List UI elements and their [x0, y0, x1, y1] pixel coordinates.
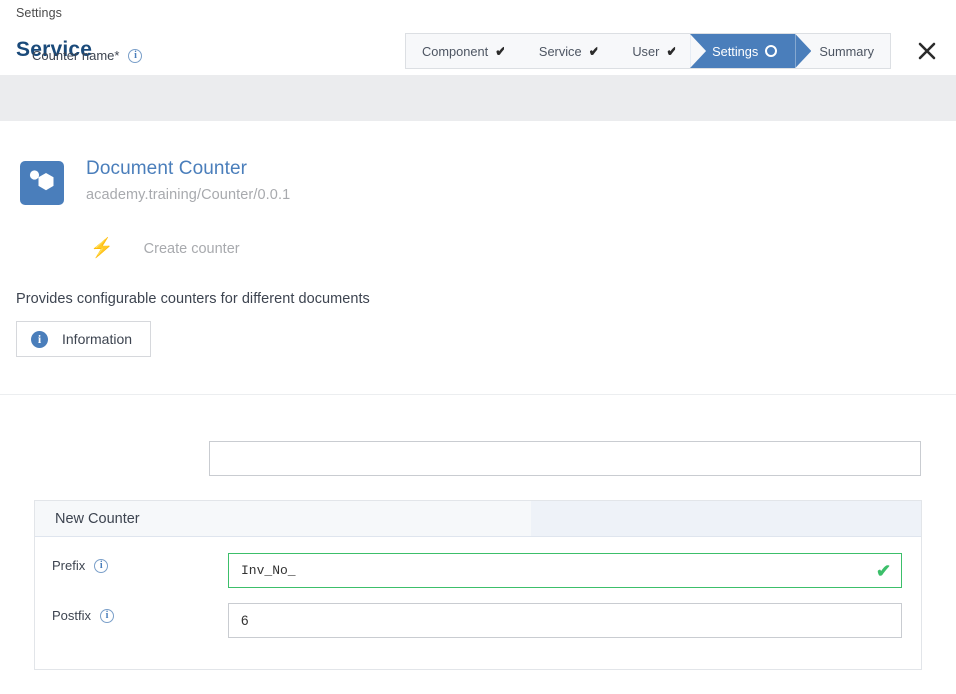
lightning-bolt-icon: ⚡	[90, 238, 114, 259]
check-icon: ✔	[495, 43, 507, 59]
wizard-step-label: Settings	[712, 43, 759, 59]
wizard-step-label: Summary	[819, 43, 875, 59]
service-description: Provides configurable counters for diffe…	[16, 291, 370, 307]
wizard-step-label: Component	[422, 43, 489, 59]
counter-name-input[interactable]	[209, 441, 921, 476]
postfix-input[interactable]	[228, 603, 902, 638]
prefix-label-text: Prefix	[52, 558, 86, 573]
circle-icon	[765, 45, 778, 57]
check-icon: ✔	[588, 43, 601, 59]
info-outline-icon[interactable]: i	[128, 48, 143, 63]
wizard-steps: Component ✔ Service ✔ User ✔ Settings Su…	[405, 33, 892, 69]
check-icon: ✔	[666, 43, 679, 59]
information-button[interactable]: i Information	[16, 321, 151, 357]
postfix-label-text: Postfix	[52, 608, 92, 623]
page-header: Settings Service Component ✔ Service ✔ U…	[0, 0, 956, 75]
close-icon	[918, 42, 936, 60]
breadcrumb[interactable]: Settings	[16, 6, 62, 20]
wizard-step-label: User	[632, 43, 660, 59]
postfix-label: Postfix i	[52, 608, 115, 623]
prefix-label: Prefix i	[52, 558, 109, 573]
check-icon: ✔	[876, 561, 892, 581]
create-counter-action[interactable]: ⚡ Create counter	[90, 239, 240, 258]
prefix-input[interactable]	[228, 553, 902, 588]
info-outline-icon[interactable]: i	[100, 608, 115, 623]
wizard-step-component[interactable]: Component ✔	[406, 34, 519, 68]
counter-name-label: Counter name* i	[32, 48, 143, 63]
new-counter-panel-title: New Counter	[35, 501, 921, 537]
create-counter-label: Create counter	[143, 240, 240, 257]
service-name: Document Counter	[86, 158, 248, 179]
close-button[interactable]	[912, 36, 942, 66]
hexagon-node-icon	[20, 161, 64, 205]
wizard-step-user[interactable]: User ✔	[612, 34, 691, 68]
counter-name-label-text: Counter name*	[32, 48, 120, 63]
info-filled-icon: i	[31, 330, 48, 348]
content-divider	[0, 394, 956, 395]
wizard-step-service[interactable]: Service ✔	[518, 34, 613, 68]
wizard-step-label: Service	[538, 43, 582, 59]
information-button-label: Information	[62, 331, 133, 347]
section-separator-band	[0, 75, 956, 121]
info-outline-icon[interactable]: i	[94, 558, 109, 573]
wizard-step-settings[interactable]: Settings	[690, 34, 796, 68]
service-identifier: academy.training/Counter/0.0.1	[86, 187, 291, 203]
